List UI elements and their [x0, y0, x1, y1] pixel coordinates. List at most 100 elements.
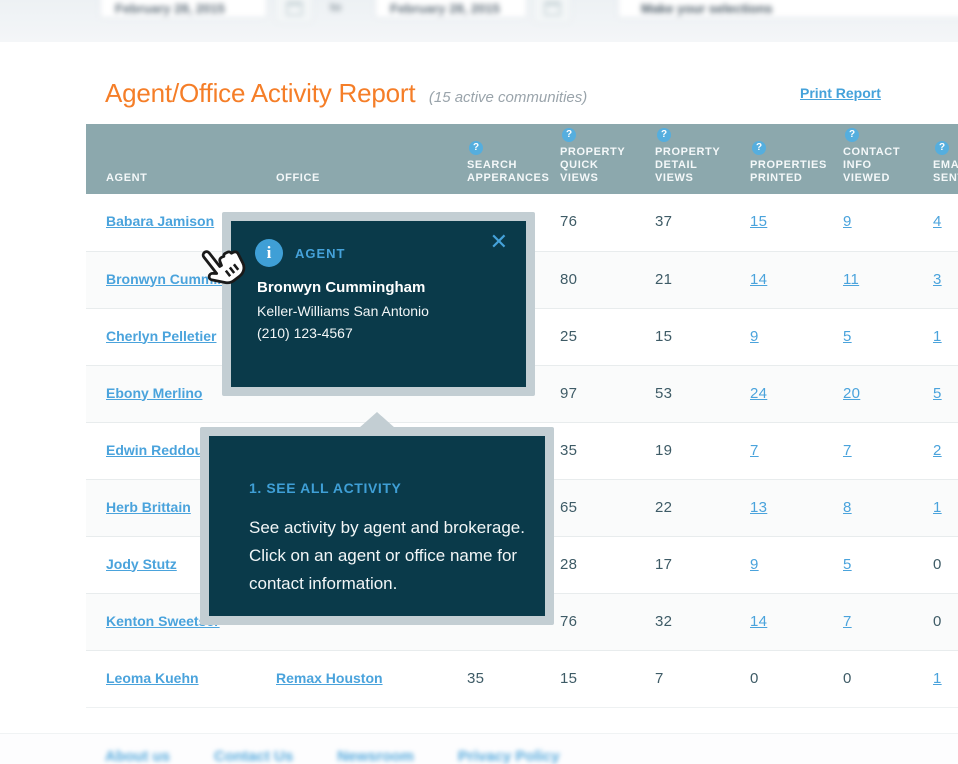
value-cell: 3 — [913, 251, 958, 308]
value-cell: 28 — [540, 536, 635, 593]
value-text: 19 — [655, 442, 672, 459]
value-cell: 65 — [540, 479, 635, 536]
value-text: 76 — [560, 213, 577, 230]
value-cell: 1 — [913, 479, 958, 536]
value-link[interactable]: 5 — [843, 328, 852, 345]
value-link[interactable]: 8 — [843, 499, 852, 516]
help-icon[interactable]: ? — [562, 128, 576, 142]
agent-link[interactable]: Jody Stutz — [106, 556, 177, 572]
value-cell: 2 — [913, 422, 958, 479]
column-header-property-quick-views: ?PROPERTYQUICK VIEWS — [540, 124, 635, 194]
top-filter-bar: February 28, 2015 to February 28, 2015 M… — [0, 0, 958, 42]
value-cell: 97 — [540, 365, 635, 422]
agent-tooltip-phone: (210) 123-4567 — [257, 325, 353, 341]
footer-links: About us Contact Us Newsroom Privacy Policy — [105, 748, 560, 764]
value-cell: 15 — [730, 194, 823, 251]
value-link[interactable]: 5 — [843, 556, 852, 573]
value-text: 32 — [655, 613, 672, 630]
close-icon[interactable]: ✕ — [490, 231, 508, 253]
value-cell: 20 — [823, 365, 913, 422]
agent-link[interactable]: Cherlyn Pelletier — [106, 328, 217, 344]
value-link[interactable]: 14 — [750, 613, 767, 630]
column-label: EMAILSSENT — [933, 159, 958, 185]
help-icon[interactable]: ? — [845, 128, 859, 142]
calendar-icon-button[interactable] — [275, 0, 313, 23]
value-link[interactable]: 9 — [750, 556, 759, 573]
value-link[interactable]: 1 — [933, 499, 942, 516]
column-label: OFFICE — [276, 172, 443, 185]
help-icon[interactable]: ? — [469, 141, 483, 155]
date-to-input[interactable]: February 28, 2015 — [375, 0, 527, 18]
column-label: SEARCHAPPERANCES — [467, 159, 536, 185]
value-text: 0 — [933, 613, 942, 630]
value-text: 15 — [655, 328, 672, 345]
see-all-activity-tooltip: 1. SEE ALL ACTIVITY See activity by agen… — [200, 427, 554, 625]
value-link[interactable]: 5 — [933, 385, 942, 402]
value-cell: 8 — [823, 479, 913, 536]
print-report-link[interactable]: Print Report — [800, 85, 881, 101]
value-text: 37 — [655, 213, 672, 230]
value-link[interactable]: 4 — [933, 213, 942, 230]
office-link[interactable]: Remax Houston — [276, 670, 383, 686]
value-text: 28 — [560, 556, 577, 573]
footer-link-newsroom[interactable]: Newsroom — [337, 748, 414, 764]
value-link[interactable]: 24 — [750, 385, 767, 402]
value-link[interactable]: 13 — [750, 499, 767, 516]
value-cell: 35 — [540, 422, 635, 479]
value-cell: 14 — [730, 593, 823, 650]
value-link[interactable]: 14 — [750, 271, 767, 288]
page-title: Agent/Office Activity Report — [105, 78, 415, 108]
agent-link[interactable]: Babara Jamison — [106, 213, 214, 229]
column-header-properties-printed: ? PROPERTIESPRINTED — [730, 124, 823, 194]
value-link[interactable]: 3 — [933, 271, 942, 288]
value-cell: 19 — [635, 422, 730, 479]
value-link[interactable]: 1 — [933, 328, 942, 345]
value-cell: 76 — [540, 194, 635, 251]
value-link[interactable]: 2 — [933, 442, 942, 459]
selections-input[interactable]: Make your selections — [618, 0, 958, 18]
value-cell: 9 — [730, 536, 823, 593]
value-link[interactable]: 20 — [843, 385, 860, 402]
calendar-icon-button[interactable] — [533, 0, 571, 23]
agent-link[interactable]: Leoma Kuehn — [106, 670, 199, 686]
hand-cursor-icon — [194, 240, 250, 296]
agent-cell: Leoma Kuehn — [86, 650, 256, 707]
value-link[interactable]: 7 — [843, 442, 852, 459]
value-link[interactable]: 7 — [843, 613, 852, 630]
value-cell: 13 — [730, 479, 823, 536]
value-text: 0 — [750, 670, 759, 687]
column-header-agent: AGENT — [86, 124, 256, 194]
page-footer: About us Contact Us Newsroom Privacy Policy — [0, 733, 958, 764]
footer-link-about-us[interactable]: About us — [105, 748, 170, 764]
value-cell: 17 — [635, 536, 730, 593]
value-link[interactable]: 9 — [843, 213, 852, 230]
agent-link[interactable]: Herb Brittain — [106, 499, 191, 515]
value-link[interactable]: 7 — [750, 442, 759, 459]
value-cell: 1 — [913, 308, 958, 365]
value-text: 22 — [655, 499, 672, 516]
office-cell: Remax Houston — [256, 650, 447, 707]
value-cell: 0 — [730, 650, 823, 707]
tooltip-caret-up-icon — [359, 412, 395, 428]
column-label: PROPERTIESPRINTED — [750, 159, 819, 185]
agent-link[interactable]: Edwin Reddout — [106, 442, 208, 458]
footer-link-contact-us[interactable]: Contact Us — [214, 748, 293, 764]
value-cell: 53 — [635, 365, 730, 422]
date-from-input[interactable]: February 28, 2015 — [100, 0, 267, 18]
value-text: 76 — [560, 613, 577, 630]
footer-link-privacy-policy[interactable]: Privacy Policy — [458, 748, 560, 764]
value-link[interactable]: 15 — [750, 213, 767, 230]
help-icon[interactable]: ? — [657, 128, 671, 142]
agent-link[interactable]: Ebony Merlino — [106, 385, 202, 401]
value-link[interactable]: 11 — [843, 271, 859, 288]
value-text: 80 — [560, 271, 577, 288]
value-link[interactable]: 9 — [750, 328, 759, 345]
value-cell: 15 — [540, 650, 635, 707]
calendar-icon — [544, 1, 561, 16]
help-icon[interactable]: ? — [935, 141, 949, 155]
column-label: CONTACTINFO VIEWED — [843, 146, 909, 185]
value-link[interactable]: 1 — [933, 670, 942, 687]
help-icon[interactable]: ? — [752, 141, 766, 155]
see-all-activity-tooltip-body: 1. SEE ALL ACTIVITY See activity by agen… — [209, 436, 545, 616]
value-cell: 0 — [913, 593, 958, 650]
